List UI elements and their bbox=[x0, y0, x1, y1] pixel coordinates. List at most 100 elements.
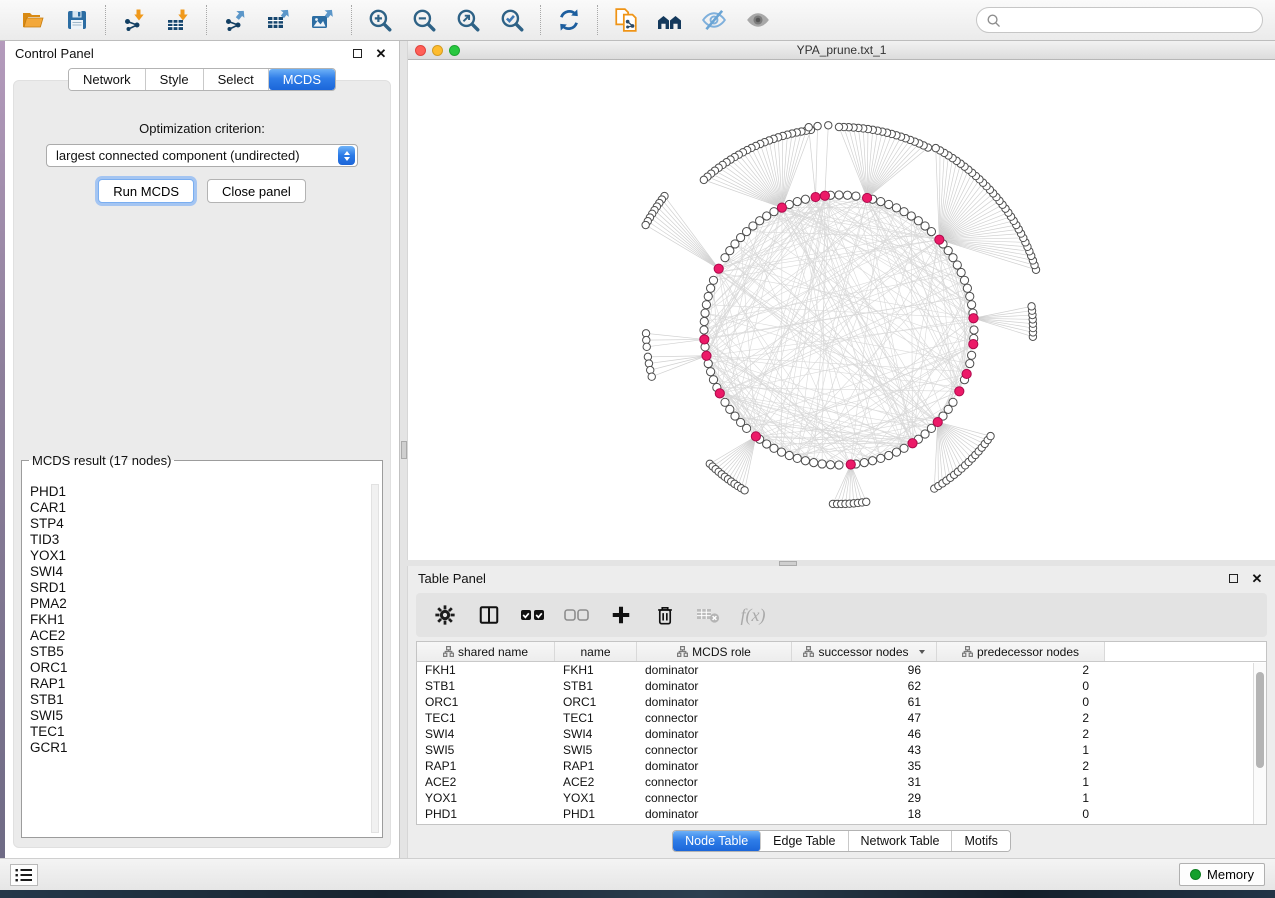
cell-successor-nodes[interactable]: 61 bbox=[792, 695, 937, 709]
table-scrollbar[interactable] bbox=[1253, 663, 1266, 824]
network-node[interactable] bbox=[968, 301, 976, 309]
network-node[interactable] bbox=[892, 448, 900, 456]
network-node[interactable] bbox=[907, 212, 915, 220]
network-node[interactable] bbox=[810, 459, 818, 467]
optimization-criterion-select[interactable]: largest connected component (undirected) bbox=[46, 144, 358, 167]
cell-shared-name[interactable]: PHD1 bbox=[417, 807, 555, 821]
control-panel-close-button[interactable]: ✕ bbox=[373, 46, 389, 62]
table-row[interactable]: YOX1YOX1connector291 bbox=[417, 790, 1266, 806]
column-header-successor-nodes[interactable]: successor nodes bbox=[792, 642, 937, 661]
mcds-result-item[interactable]: STB5 bbox=[30, 644, 368, 660]
network-node[interactable] bbox=[966, 359, 974, 367]
network-graph[interactable] bbox=[408, 60, 1275, 560]
search-box[interactable] bbox=[976, 7, 1263, 33]
show-all-button[interactable] bbox=[737, 3, 779, 37]
network-canvas[interactable] bbox=[408, 60, 1275, 560]
save-session-button[interactable] bbox=[56, 3, 98, 37]
delete-column-button[interactable] bbox=[648, 599, 682, 631]
export-network-button[interactable] bbox=[214, 3, 256, 37]
mcds-result-item[interactable]: ORC1 bbox=[30, 660, 368, 676]
network-node[interactable] bbox=[877, 454, 885, 462]
export-image-button[interactable] bbox=[302, 3, 344, 37]
memory-button[interactable]: Memory bbox=[1179, 863, 1265, 886]
mcds-hub-node[interactable] bbox=[751, 432, 760, 441]
mcds-result-item[interactable]: SRD1 bbox=[30, 580, 368, 596]
network-node[interactable] bbox=[970, 326, 978, 334]
network-node[interactable] bbox=[721, 254, 729, 262]
network-node[interactable] bbox=[885, 451, 893, 459]
cell-name[interactable]: STB1 bbox=[555, 679, 637, 693]
zoom-out-button[interactable] bbox=[403, 3, 445, 37]
search-input[interactable] bbox=[1006, 13, 1253, 28]
table-row[interactable]: RAP1RAP1dominator352 bbox=[417, 758, 1266, 774]
panel-divider-vertical[interactable] bbox=[400, 41, 407, 858]
network-node[interactable] bbox=[709, 276, 717, 284]
zoom-selected-button[interactable] bbox=[491, 3, 533, 37]
panel-divider-horizontal[interactable] bbox=[407, 560, 1275, 566]
network-node[interactable] bbox=[709, 376, 717, 384]
network-node[interactable] bbox=[700, 326, 708, 334]
mcds-list-scrollbar[interactable] bbox=[371, 484, 379, 833]
cell-successor-nodes[interactable]: 96 bbox=[792, 663, 937, 677]
cell-name[interactable]: SWI5 bbox=[555, 743, 637, 757]
mcds-result-item[interactable]: CAR1 bbox=[30, 500, 368, 516]
cell-shared-name[interactable]: FKH1 bbox=[417, 663, 555, 677]
cell-MCDS-role[interactable]: dominator bbox=[637, 759, 792, 773]
network-node[interactable] bbox=[826, 461, 834, 469]
deselect-all-columns-button[interactable] bbox=[560, 599, 594, 631]
network-node[interactable] bbox=[900, 444, 908, 452]
tab-edge-table[interactable]: Edge Table bbox=[761, 831, 848, 851]
mcds-hub-node[interactable] bbox=[935, 235, 944, 244]
network-node[interactable] bbox=[704, 292, 712, 300]
mcds-result-item[interactable]: PMA2 bbox=[30, 596, 368, 612]
mcds-hub-node[interactable] bbox=[820, 191, 829, 200]
divider-collapse-handle[interactable] bbox=[401, 441, 407, 459]
tab-select[interactable]: Select bbox=[204, 69, 269, 90]
control-panel-float-button[interactable] bbox=[349, 46, 365, 62]
cell-predecessor-nodes[interactable]: 0 bbox=[937, 695, 1105, 709]
network-node[interactable] bbox=[852, 192, 860, 200]
table-row[interactable]: TEC1TEC1connector472 bbox=[417, 710, 1266, 726]
network-node[interactable] bbox=[742, 424, 750, 432]
tab-network-table[interactable]: Network Table bbox=[849, 831, 953, 851]
cell-MCDS-role[interactable]: dominator bbox=[637, 807, 792, 821]
mcds-hub-node[interactable] bbox=[715, 389, 724, 398]
hide-selected-button[interactable] bbox=[693, 3, 735, 37]
mcds-hub-node[interactable] bbox=[962, 369, 971, 378]
delete-table-button[interactable] bbox=[692, 599, 726, 631]
scrollbar-thumb[interactable] bbox=[1256, 672, 1264, 768]
network-node[interactable] bbox=[793, 454, 801, 462]
network-node[interactable] bbox=[868, 457, 876, 465]
table-row[interactable]: ORC1ORC1dominator610 bbox=[417, 694, 1266, 710]
cell-predecessor-nodes[interactable]: 2 bbox=[937, 711, 1105, 725]
network-node[interactable] bbox=[957, 268, 965, 276]
network-node[interactable] bbox=[963, 284, 971, 292]
cell-MCDS-role[interactable]: connector bbox=[637, 775, 792, 789]
tab-network[interactable]: Network bbox=[69, 69, 146, 90]
first-neighbors-button[interactable] bbox=[649, 3, 691, 37]
cell-MCDS-role[interactable]: dominator bbox=[637, 727, 792, 741]
new-network-from-selection-button[interactable] bbox=[605, 3, 647, 37]
tab-mcds[interactable]: MCDS bbox=[269, 69, 335, 90]
network-node[interactable] bbox=[707, 284, 715, 292]
mcds-result-item[interactable]: GCR1 bbox=[30, 740, 368, 756]
cell-MCDS-role[interactable]: connector bbox=[637, 743, 792, 757]
network-node[interactable] bbox=[701, 309, 709, 317]
network-node[interactable] bbox=[700, 317, 708, 325]
table-panel-float-button[interactable] bbox=[1225, 571, 1241, 587]
mcds-hub-node[interactable] bbox=[908, 439, 917, 448]
mcds-hub-node[interactable] bbox=[862, 193, 871, 202]
mcds-result-item[interactable]: ACE2 bbox=[30, 628, 368, 644]
cell-successor-nodes[interactable]: 46 bbox=[792, 727, 937, 741]
mcds-hub-node[interactable] bbox=[700, 335, 709, 344]
network-node[interactable] bbox=[968, 351, 976, 359]
network-node[interactable] bbox=[777, 448, 785, 456]
table-row[interactable]: SWI5SWI5connector431 bbox=[417, 742, 1266, 758]
cell-shared-name[interactable]: RAP1 bbox=[417, 759, 555, 773]
network-node[interactable] bbox=[843, 191, 851, 199]
mcds-result-item[interactable]: TID3 bbox=[30, 532, 368, 548]
mcds-result-item[interactable]: YOX1 bbox=[30, 548, 368, 564]
table-row[interactable]: PHD1PHD1dominator180 bbox=[417, 806, 1266, 822]
table-row[interactable]: ACE2ACE2connector311 bbox=[417, 774, 1266, 790]
cell-MCDS-role[interactable]: dominator bbox=[637, 695, 792, 709]
